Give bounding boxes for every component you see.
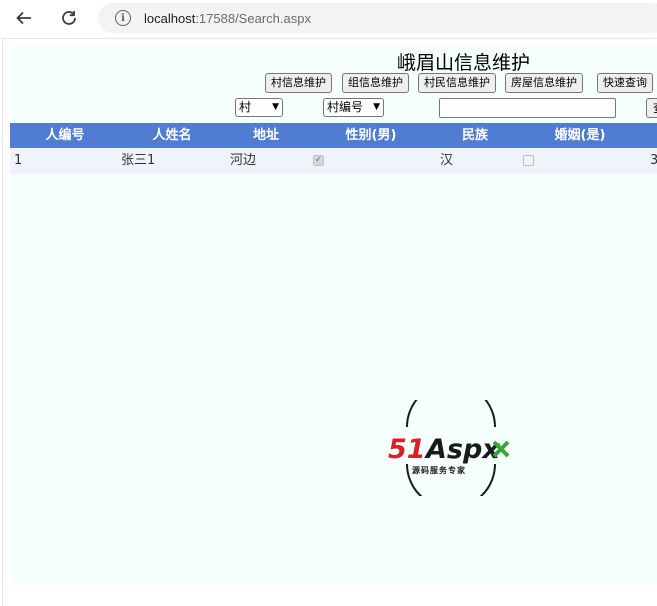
svg-text:源码服务专家: 源码服务专家 — [412, 465, 466, 475]
column-header-address: 地址 — [252, 128, 279, 143]
cell-id: 1 — [14, 153, 23, 168]
cell-address: 河边 — [230, 153, 257, 168]
url-text[interactable]: localhost:17588/Search.aspx — [144, 11, 311, 26]
column-header-married: 婚姻(是) — [554, 128, 606, 143]
cell-extra: 3 — [650, 153, 657, 168]
url-path: :17588/Search.aspx — [195, 10, 311, 26]
cell-name: 张三1 — [121, 153, 156, 168]
browser-toolbar: i localhost:17588/Search.aspx — [0, 0, 657, 36]
quick-search-button[interactable]: 快速查询 — [597, 73, 653, 93]
gender-male-checkbox: ✓ — [313, 155, 324, 166]
site-info-icon[interactable]: i — [115, 10, 131, 26]
column-header-ethnicity: 民族 — [461, 128, 488, 143]
page-title: 峨眉山信息维护 — [397, 52, 531, 74]
cell-ethnicity: 汉 — [440, 153, 454, 168]
chevron-down-icon: ▼ — [373, 102, 380, 112]
column-header-name: 人姓名 — [152, 128, 192, 143]
village-select[interactable]: 村 ▼ — [235, 98, 283, 117]
svg-text:51: 51 — [388, 434, 426, 465]
field-select[interactable]: 村编号 ▼ — [323, 98, 384, 117]
reload-icon[interactable] — [57, 6, 81, 30]
married-checkbox — [523, 155, 534, 166]
village-info-button[interactable]: 村信息维护 — [265, 73, 332, 93]
search-input[interactable] — [439, 98, 616, 118]
table-row: 1 张三1 河边 ✓ 汉 3 — [10, 148, 657, 174]
51aspx-logo: 51 Aspx 源码服务专家 — [386, 382, 516, 509]
table-header: 人编号 人姓名 地址 性别(男) 民族 婚姻(是) — [10, 123, 657, 148]
url-host: localhost — [144, 10, 196, 26]
villager-info-button[interactable]: 村民信息维护 — [418, 73, 496, 93]
column-header-gender: 性别(男) — [345, 128, 397, 143]
group-info-button[interactable]: 组信息维护 — [342, 73, 409, 93]
back-arrow-icon[interactable] — [12, 6, 36, 30]
query-button[interactable]: 查询 — [646, 98, 657, 118]
village-select-value: 村 — [239, 100, 252, 114]
svg-text:Aspx: Aspx — [424, 434, 501, 465]
page-content: 峨眉山信息维护 村信息维护 组信息维护 村民信息维护 房屋信息维护 快速查询 村… — [10, 46, 657, 585]
chevron-down-icon: ▼ — [272, 102, 279, 112]
column-header-id: 人编号 — [45, 128, 85, 143]
address-bar[interactable]: i localhost:17588/Search.aspx — [98, 3, 657, 33]
page-viewport: 峨眉山信息维护 村信息维护 组信息维护 村民信息维护 房屋信息维护 快速查询 村… — [2, 38, 657, 606]
house-info-button[interactable]: 房屋信息维护 — [505, 73, 583, 93]
field-select-value: 村编号 — [327, 100, 364, 114]
